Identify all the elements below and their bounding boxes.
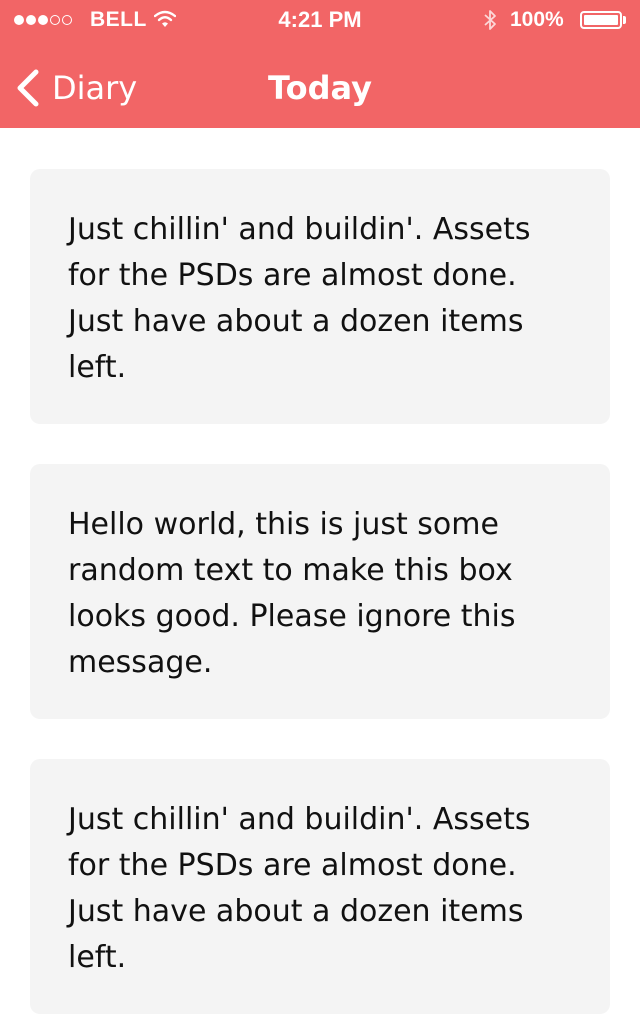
- diary-entry-card[interactable]: Just chillin' and buildin'. Assets for t…: [30, 169, 610, 424]
- diary-entry-card[interactable]: Hello world, this is just some random te…: [30, 464, 610, 719]
- diary-entry-text: Just chillin' and buildin'. Assets for t…: [68, 802, 531, 975]
- diary-entry-text: Hello world, this is just some random te…: [68, 507, 516, 680]
- bluetooth-icon: [482, 9, 498, 37]
- diary-entry-card[interactable]: Just chillin' and buildin'. Assets for t…: [30, 759, 610, 1014]
- navigation-bar: Diary Today: [0, 48, 640, 128]
- diary-entry-text: Just chillin' and buildin'. Assets for t…: [68, 212, 531, 385]
- page-title: Today: [268, 69, 372, 107]
- app-header: BELL 4:21 PM 100% Diary Today: [0, 0, 640, 128]
- battery-icon: [580, 11, 622, 29]
- battery-percentage: 100%: [510, 8, 564, 31]
- status-bar: BELL 4:21 PM 100%: [0, 0, 640, 40]
